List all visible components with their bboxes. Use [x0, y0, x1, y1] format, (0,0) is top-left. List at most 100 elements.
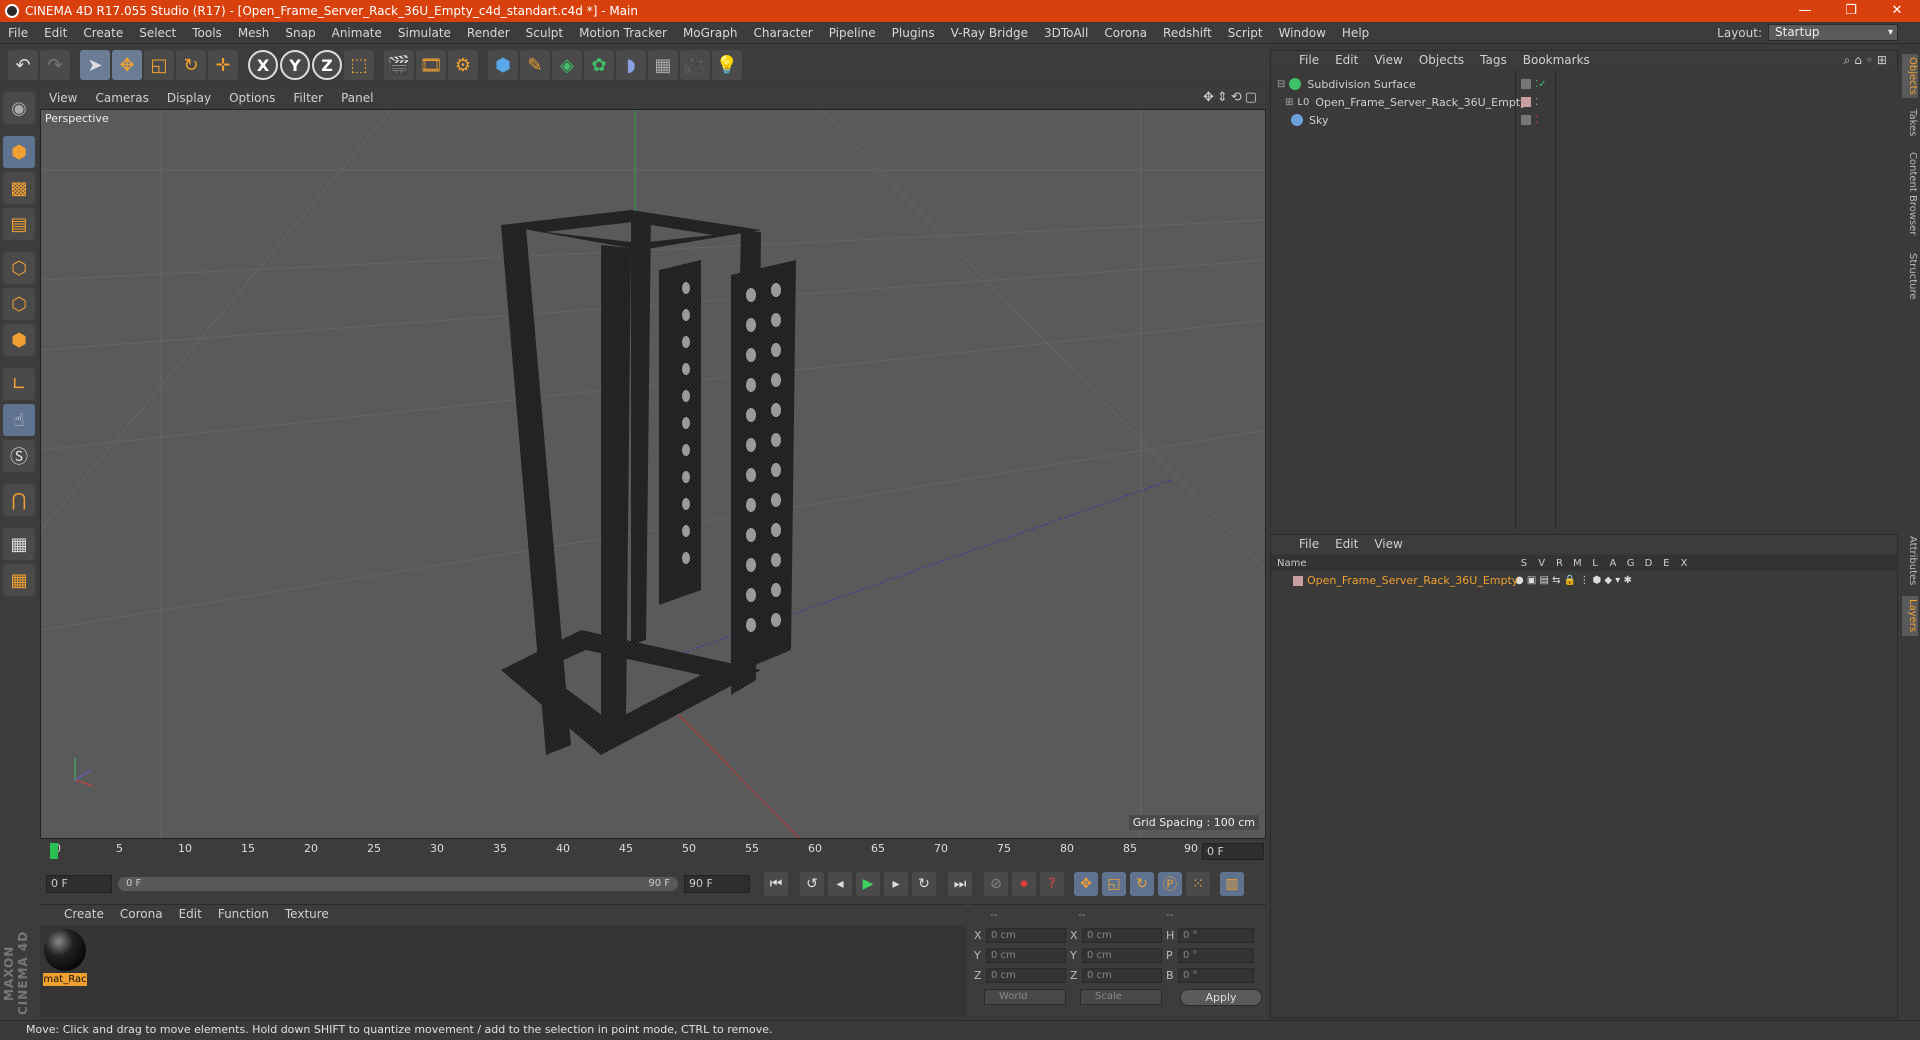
apply-button[interactable]: Apply — [1180, 989, 1262, 1006]
menu-simulate[interactable]: Simulate — [390, 26, 459, 40]
material-menu-corona[interactable]: Corona — [112, 907, 171, 921]
light-icon[interactable]: 💡 — [712, 50, 742, 80]
size-x-field[interactable]: 0 cm — [1082, 927, 1162, 943]
key-parameter-icon[interactable]: Ⓟ — [1158, 872, 1182, 896]
make-editable-icon[interactable]: ◉ — [3, 92, 35, 124]
render-settings-icon[interactable]: ⚙ — [448, 50, 478, 80]
tweak-mode-icon[interactable]: ☝ — [3, 404, 35, 436]
layer-toggle-icons[interactable]: ● ▣ ▤ ⇆ 🔒 ⋮ ⬢ ◆ ▾ ✱ — [1515, 575, 1632, 586]
key-position-icon[interactable]: ✥ — [1074, 872, 1098, 896]
cube-icon[interactable]: ⬢ — [488, 50, 518, 80]
objects-menu-edit[interactable]: Edit — [1327, 53, 1366, 67]
x-axis-lock-button[interactable]: X — [248, 50, 278, 80]
layer-swatch[interactable] — [1521, 115, 1531, 125]
timeline-window-icon[interactable]: ▥ — [1220, 872, 1244, 896]
rotation-b-field[interactable]: 0 ° — [1178, 967, 1254, 983]
pen-spline-icon[interactable]: ✎ — [520, 50, 550, 80]
viewport-perspective[interactable]: Perspective Grid Spacing : 100 cm — [40, 109, 1266, 839]
objects-menu-tags[interactable]: Tags — [1472, 53, 1515, 67]
key-scale-icon[interactable]: ◱ — [1102, 872, 1126, 896]
tab-attributes[interactable]: Attributes — [1902, 532, 1918, 590]
object-manager-search-icons[interactable]: ⌕⌂◦⊞ — [1844, 53, 1891, 68]
render-picture-icon[interactable]: 🎞 — [416, 50, 446, 80]
objects-menu-bookmarks[interactable]: Bookmarks — [1515, 53, 1598, 67]
model-mode-icon[interactable]: ⬢ — [3, 136, 35, 168]
expand-toggle-icon[interactable]: ⊞ — [1285, 97, 1293, 108]
texture-mode-icon[interactable]: ▩ — [3, 172, 35, 204]
render-view-icon[interactable]: 🎬 — [384, 50, 414, 80]
layout-dropdown[interactable]: Startup — [1768, 24, 1898, 41]
z-axis-lock-button[interactable]: Z — [312, 50, 342, 80]
menu-file[interactable]: File — [0, 26, 36, 40]
current-frame-field[interactable]: 0 F — [1202, 843, 1264, 860]
cloner-icon[interactable]: ✿ — [584, 50, 614, 80]
go-to-start-icon[interactable]: ⏮ — [764, 872, 788, 896]
camera-icon[interactable]: 🎥 — [680, 50, 710, 80]
start-frame-field[interactable]: 0 F — [46, 875, 112, 893]
previous-frame-icon[interactable]: ◂ — [828, 872, 852, 896]
size-y-field[interactable]: 0 cm — [1082, 947, 1162, 963]
layer-row[interactable]: Open_Frame_Server_Rack_36U_Empty ● ▣ ▤ ⇆… — [1271, 572, 1899, 589]
polygons-mode-icon[interactable]: ⬢ — [3, 324, 35, 356]
viewport-menu-display[interactable]: Display — [158, 91, 220, 105]
move-icon[interactable]: ✥ — [112, 50, 142, 80]
previous-key-icon[interactable]: ↺ — [800, 872, 824, 896]
record-active-objects-icon[interactable]: ⏺ — [1012, 872, 1036, 896]
menu-mograph[interactable]: MoGraph — [675, 26, 746, 40]
visibility-dots-icon[interactable]: ⁚ — [1535, 97, 1538, 108]
menu-pipeline[interactable]: Pipeline — [821, 26, 884, 40]
play-forward-icon[interactable]: ▶ — [856, 872, 880, 896]
menu-render[interactable]: Render — [459, 26, 518, 40]
layer-swatch[interactable] — [1521, 97, 1531, 107]
layer-swatch[interactable] — [1521, 79, 1531, 89]
size-z-field[interactable]: 0 cm — [1082, 967, 1162, 983]
solo-mode-icon[interactable]: Ⓢ — [3, 440, 35, 472]
layers-menu-edit[interactable]: Edit — [1327, 537, 1366, 551]
coordinate-system-icon[interactable]: ⬚ — [344, 50, 374, 80]
menu-sculpt[interactable]: Sculpt — [518, 26, 571, 40]
menu-script[interactable]: Script — [1220, 26, 1271, 40]
objects-menu-file[interactable]: File — [1291, 53, 1327, 67]
viewport-navigation-icons[interactable]: ✥⇕⟲▢ — [1203, 90, 1260, 105]
menu-mesh[interactable]: Mesh — [230, 26, 278, 40]
edges-mode-icon[interactable]: ⬡ — [3, 288, 35, 320]
menu-animate[interactable]: Animate — [324, 26, 390, 40]
undo-icon[interactable]: ↶ — [8, 50, 38, 80]
menu-motion-tracker[interactable]: Motion Tracker — [571, 26, 675, 40]
position-y-field[interactable]: 0 cm — [986, 947, 1066, 963]
preview-range-slider[interactable]: 0 F 90 F — [118, 877, 678, 891]
go-to-end-icon[interactable]: ⏭ — [948, 872, 972, 896]
objects-menu-view[interactable]: View — [1366, 53, 1410, 67]
objects-menu-objects[interactable]: Objects — [1411, 53, 1472, 67]
object-row-rack[interactable]: ⊞ L0 Open_Frame_Server_Rack_36U_Empty ⁚ — [1271, 93, 1899, 111]
scale-icon[interactable]: ◱ — [144, 50, 174, 80]
select-arrow-icon[interactable]: ➤ — [80, 50, 110, 80]
tab-objects[interactable]: Objects — [1902, 54, 1918, 98]
next-key-icon[interactable]: ↻ — [912, 872, 936, 896]
end-frame-field[interactable]: 90 F — [684, 875, 750, 893]
playhead-marker[interactable] — [50, 843, 58, 859]
tab-takes[interactable]: Takes — [1902, 106, 1918, 140]
layers-menu-file[interactable]: File — [1291, 537, 1327, 551]
menu-3dtoall[interactable]: 3DToAll — [1036, 26, 1096, 40]
menu-help[interactable]: Help — [1334, 26, 1377, 40]
close-button[interactable]: ✕ — [1874, 0, 1920, 22]
timeline-ruler[interactable]: 0 5 10 15 20 25 30 35 40 45 50 55 60 65 … — [40, 841, 1266, 863]
material-menu-texture[interactable]: Texture — [277, 907, 337, 921]
layer-color-swatch[interactable] — [1293, 576, 1303, 586]
object-row-subdivision-surface[interactable]: ⊟ Subdivision Surface ⁚✓ — [1271, 75, 1899, 93]
viewport-menu-cameras[interactable]: Cameras — [86, 91, 157, 105]
menu-edit[interactable]: Edit — [36, 26, 75, 40]
deformer-icon[interactable]: ◗ — [616, 50, 646, 80]
material-menu-function[interactable]: Function — [210, 907, 277, 921]
points-mode-icon[interactable]: ⬡ — [3, 252, 35, 284]
material-menu-create[interactable]: Create — [56, 907, 112, 921]
menu-snap[interactable]: Snap — [277, 26, 323, 40]
key-point-level-icon[interactable]: ⁙ — [1186, 872, 1210, 896]
menu-redshift[interactable]: Redshift — [1155, 26, 1220, 40]
menu-create[interactable]: Create — [75, 26, 131, 40]
snap-magnet-icon[interactable]: ⋂ — [3, 484, 35, 516]
minimize-button[interactable]: — — [1782, 0, 1828, 22]
visibility-dots-icon[interactable]: ⁚ — [1535, 115, 1538, 126]
menu-select[interactable]: Select — [131, 26, 184, 40]
